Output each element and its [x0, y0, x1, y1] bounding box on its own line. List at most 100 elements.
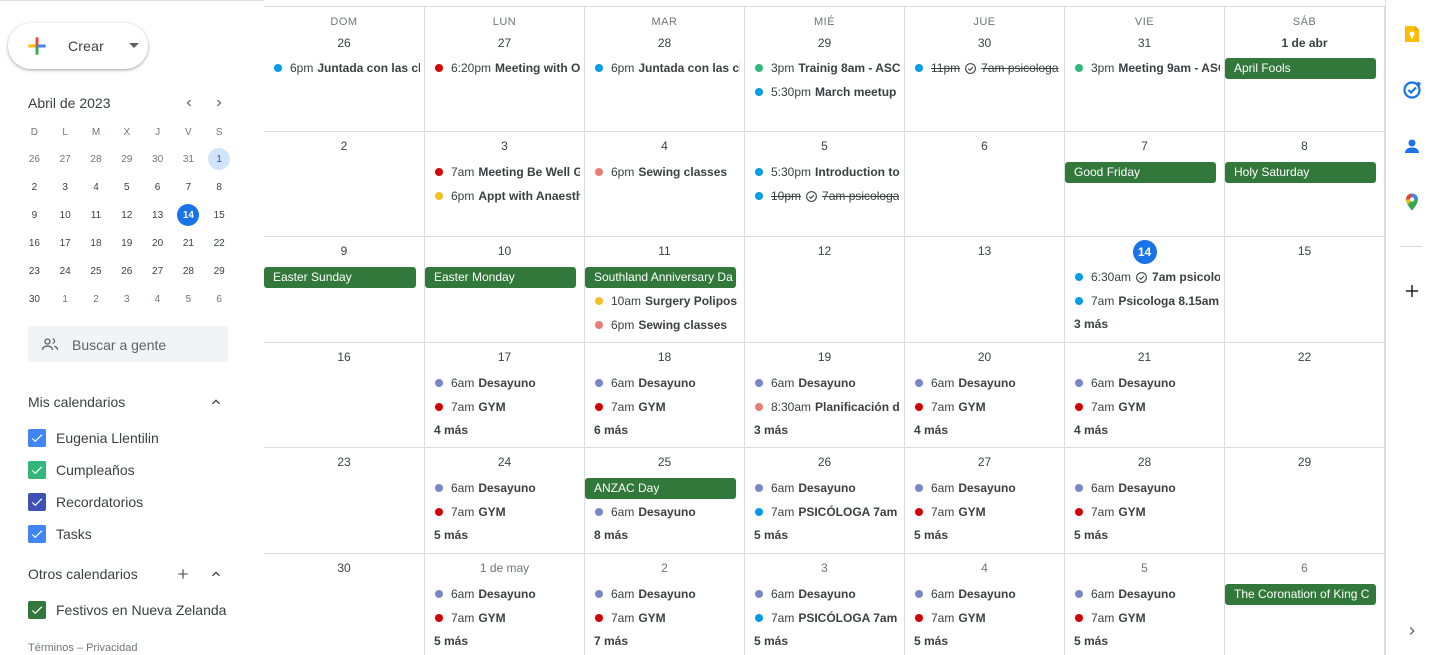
- mini-calendar-day[interactable]: 30: [142, 145, 173, 173]
- day-cell[interactable]: MAR 28 6pm Juntada con las ch: [584, 7, 744, 132]
- day-cell[interactable]: 24 6am Desayuno 7am GYM 5 más: [424, 448, 584, 554]
- event-chip[interactable]: 7am Meeting Be Well Gi: [433, 163, 580, 181]
- event-chip[interactable]: 7am GYM: [593, 609, 740, 627]
- day-number[interactable]: 16: [264, 350, 424, 364]
- all-day-event[interactable]: Easter Monday: [425, 267, 576, 288]
- all-day-event[interactable]: ANZAC Day: [585, 478, 736, 499]
- event-chip[interactable]: 6am Desayuno: [593, 585, 740, 603]
- mini-calendar-day[interactable]: 15: [204, 201, 235, 229]
- more-events-link[interactable]: 5 más: [434, 634, 468, 648]
- event-chip[interactable]: 8:30am Planificación di: [753, 398, 900, 416]
- day-cell[interactable]: 22: [1224, 343, 1385, 448]
- day-number[interactable]: 18: [585, 350, 744, 364]
- day-cell[interactable]: 2: [264, 132, 424, 237]
- event-chip[interactable]: 3pm Trainig 8am - ASC(: [753, 59, 900, 77]
- mini-calendar-day[interactable]: 21: [173, 229, 204, 257]
- calendar-item[interactable]: Festivos en Nueva Zelanda: [28, 600, 248, 620]
- day-cell[interactable]: MIÉ 29 3pm Trainig 8am - ASC(5:30pm March me…: [744, 7, 904, 132]
- day-cell[interactable]: 3 6am Desayuno 7am PSICÓLOGA 7am 5 más: [744, 554, 904, 655]
- more-events-link[interactable]: 4 más: [914, 423, 948, 437]
- checkbox-icon[interactable]: [28, 493, 46, 511]
- day-cell[interactable]: 4 6pm Sewing classes: [584, 132, 744, 237]
- event-chip[interactable]: 7am GYM: [433, 398, 580, 416]
- event-chip[interactable]: 7am GYM: [913, 609, 1060, 627]
- calendar-item[interactable]: Tasks: [28, 524, 248, 544]
- day-cell[interactable]: 7 Good Friday: [1064, 132, 1224, 237]
- checkbox-icon[interactable]: [28, 429, 46, 447]
- all-day-event[interactable]: Good Friday: [1065, 162, 1216, 183]
- event-chip[interactable]: 6am Desayuno: [593, 503, 740, 521]
- day-number[interactable]: 19: [745, 350, 904, 364]
- event-chip[interactable]: 6pm Juntada con las ch: [593, 59, 740, 77]
- mini-calendar-day[interactable]: 1: [50, 285, 81, 313]
- mini-calendar-day[interactable]: 6: [204, 285, 235, 313]
- event-chip[interactable]: 6am Desayuno: [433, 374, 580, 392]
- day-cell[interactable]: 6 The Coronation of King C: [1224, 554, 1385, 655]
- day-number[interactable]: 28: [585, 36, 744, 50]
- keep-icon[interactable]: [1402, 24, 1422, 44]
- day-number[interactable]: 2: [264, 139, 424, 153]
- mini-calendar-day[interactable]: 22: [204, 229, 235, 257]
- day-cell[interactable]: 146:30am 7am psicolog 7amPsicologa 8.15am 3…: [1064, 237, 1224, 343]
- event-chip[interactable]: 6pm Sewing classes: [593, 316, 740, 334]
- day-number[interactable]: 26: [745, 455, 904, 469]
- day-cell[interactable]: 29: [1224, 448, 1385, 554]
- day-cell[interactable]: 12: [744, 237, 904, 343]
- day-cell[interactable]: 17 6am Desayuno 7am GYM 4 más: [424, 343, 584, 448]
- mini-calendar-prev-button[interactable]: [179, 93, 199, 113]
- event-chip[interactable]: 11pm 7am psicologa: [913, 59, 1060, 77]
- mini-calendar-day[interactable]: 5: [111, 173, 142, 201]
- day-cell[interactable]: 4 6am Desayuno 7am GYM 5 más: [904, 554, 1064, 655]
- more-events-link[interactable]: 6 más: [594, 423, 628, 437]
- event-chip[interactable]: 6am Desayuno: [433, 585, 580, 603]
- day-number[interactable]: 29: [745, 36, 904, 50]
- event-chip[interactable]: 6am Desayuno: [913, 374, 1060, 392]
- event-chip[interactable]: 3pm Meeting 9am - ASC: [1073, 59, 1220, 77]
- mini-calendar-day[interactable]: 2: [81, 285, 112, 313]
- day-cell[interactable]: 23: [264, 448, 424, 554]
- day-number[interactable]: 30: [264, 561, 424, 575]
- mini-calendar-day[interactable]: 20: [142, 229, 173, 257]
- day-cell[interactable]: DOM 26 6pm Juntada con las ch: [264, 7, 424, 132]
- mini-calendar-day[interactable]: 27: [142, 257, 173, 285]
- mini-calendar-day[interactable]: 4: [142, 285, 173, 313]
- mini-calendar-day[interactable]: 17: [50, 229, 81, 257]
- more-events-link[interactable]: 5 más: [914, 634, 948, 648]
- more-events-link[interactable]: 4 más: [1074, 423, 1108, 437]
- mini-calendar-day[interactable]: 29: [111, 145, 142, 173]
- day-cell[interactable]: 19 6am Desayuno 8:30am Planificación di 3 más: [744, 343, 904, 448]
- event-chip[interactable]: 6am Desayuno: [913, 585, 1060, 603]
- day-cell[interactable]: 30: [264, 554, 424, 655]
- day-cell[interactable]: 10 Easter Monday: [424, 237, 584, 343]
- mini-calendar-day[interactable]: 14: [173, 201, 204, 229]
- event-chip[interactable]: 7am GYM: [1073, 503, 1220, 521]
- mini-calendar-day[interactable]: 12: [111, 201, 142, 229]
- day-cell[interactable]: 5 6am Desayuno 7am GYM 5 más: [1064, 554, 1224, 655]
- more-events-link[interactable]: 5 más: [914, 528, 948, 542]
- day-number[interactable]: 25: [585, 455, 744, 469]
- day-number[interactable]: 31: [1065, 36, 1224, 50]
- create-button[interactable]: Crear: [8, 23, 148, 69]
- day-cell[interactable]: SÁB 1 de abr April Fools: [1224, 7, 1385, 132]
- tasks-icon[interactable]: [1402, 80, 1422, 100]
- checkbox-icon[interactable]: [28, 525, 46, 543]
- event-chip[interactable]: 6pm Appt with Anaesthe: [433, 187, 580, 205]
- event-chip[interactable]: 6am Desayuno: [753, 479, 900, 497]
- day-cell[interactable]: 1 de may 6am Desayuno 7am GYM 5 más: [424, 554, 584, 655]
- mini-calendar-day[interactable]: 5: [173, 285, 204, 313]
- expand-icon[interactable]: [1402, 621, 1422, 641]
- all-day-event[interactable]: The Coronation of King C: [1225, 584, 1376, 605]
- day-number[interactable]: 5: [1065, 561, 1224, 575]
- more-events-link[interactable]: 3 más: [754, 423, 788, 437]
- event-chip[interactable]: 7am GYM: [913, 503, 1060, 521]
- day-number[interactable]: 13: [905, 244, 1064, 258]
- day-number[interactable]: 5: [745, 139, 904, 153]
- day-number[interactable]: 3: [745, 561, 904, 575]
- event-chip[interactable]: 6am Desayuno: [753, 374, 900, 392]
- more-events-link[interactable]: 5 más: [434, 528, 468, 542]
- day-number[interactable]: 9: [264, 244, 424, 258]
- event-chip[interactable]: 6am Desayuno: [913, 479, 1060, 497]
- mini-calendar-day[interactable]: 13: [142, 201, 173, 229]
- event-chip[interactable]: 6am Desayuno: [753, 585, 900, 603]
- event-chip[interactable]: 6am Desayuno: [1073, 585, 1220, 603]
